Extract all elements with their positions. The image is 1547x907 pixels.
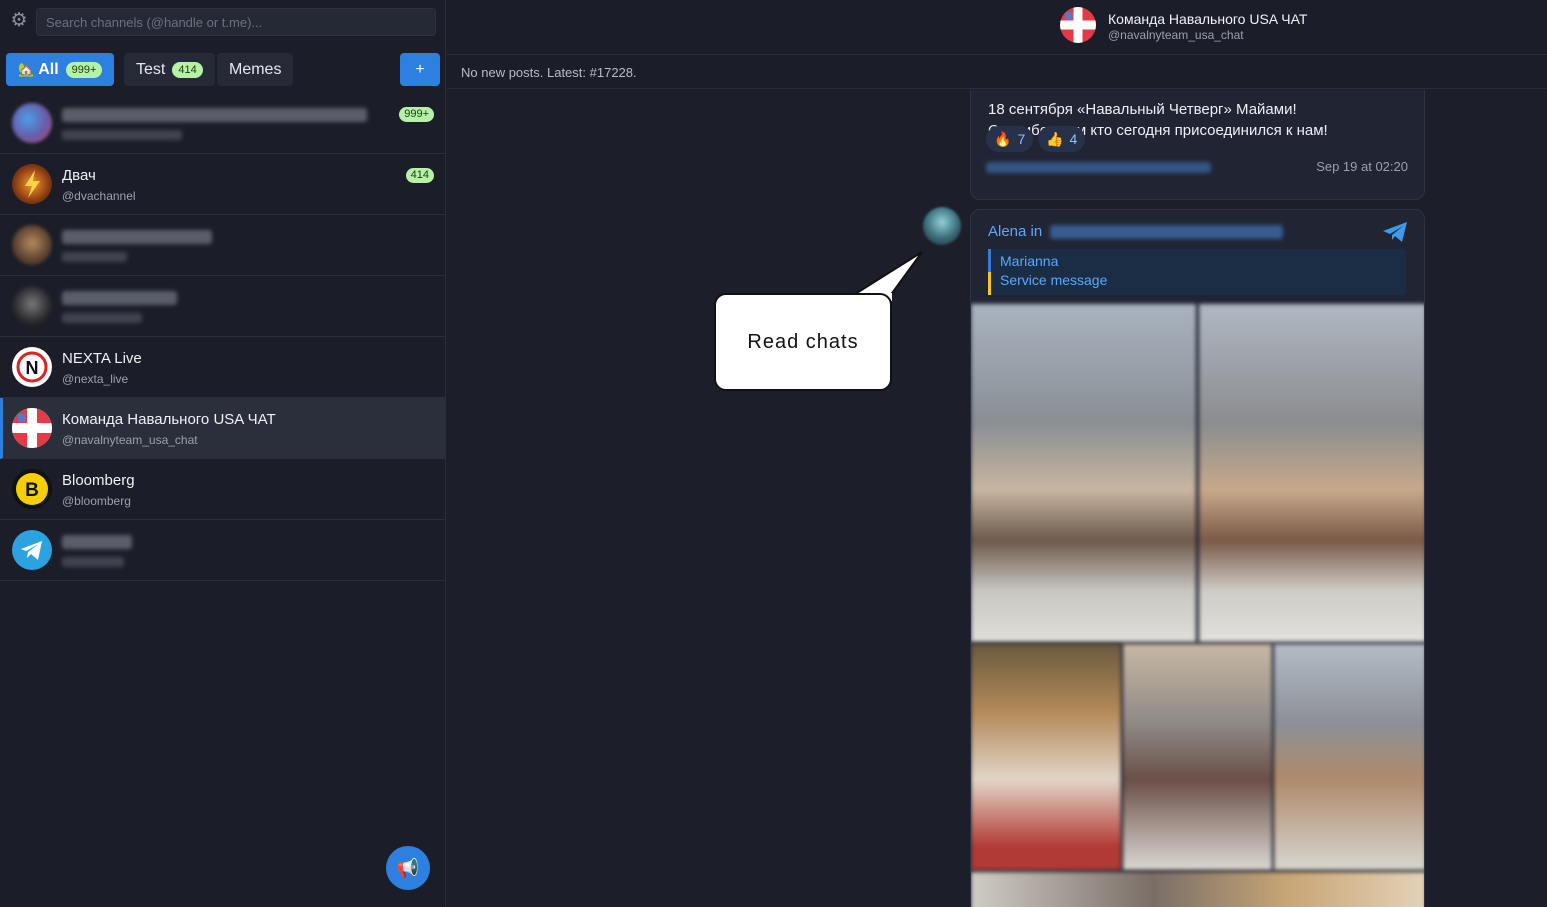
chat-handle-redacted [62,252,127,262]
tab-test[interactable]: Test 414 [124,53,215,86]
chat-name: NEXTA Live [62,350,142,367]
reaction-fire[interactable]: 🔥 7 [986,126,1034,152]
avatar [12,164,52,204]
svg-text:B: B [25,480,39,501]
chat-name: Команда Навального USA ЧАТ [62,411,276,428]
tab-count: 414 [172,61,203,78]
chat-name-redacted [62,230,212,244]
search-input[interactable] [36,8,436,36]
chat-handle: @bloomberg [62,494,131,508]
fire-icon: 🔥 [994,130,1012,147]
chat-item[interactable] [0,520,446,581]
avatar [12,225,52,265]
chat-item[interactable] [0,215,446,276]
tab-label: All [38,60,59,78]
megaphone-icon: 📢 [396,858,420,878]
chat-handle: @nexta_live [62,372,129,386]
album-photo[interactable] [1274,644,1424,870]
status-bar: No new posts. Latest: #17228. [447,56,1547,89]
chat-handle-redacted [62,313,142,323]
chat-handle-redacted [62,130,182,140]
chat-item[interactable]: B Bloomberg @bloomberg [0,459,446,520]
chat-link-redacted[interactable] [1050,225,1283,239]
channel-title: Команда Навального USA ЧАТ [1108,11,1308,27]
navalny-team-logo-icon [1060,7,1096,43]
album-photo[interactable] [971,304,1196,642]
reaction-thumbs-up[interactable]: 👍 4 [1038,126,1086,152]
tab-label: Test [136,60,166,78]
avatar [12,286,52,326]
album-photo[interactable] [1199,304,1424,642]
navalny-team-logo-icon [12,408,52,448]
post-line: 18 сентября «Навальный Четверг» Майами! [988,101,1297,118]
avatar [12,103,52,143]
chat-handle-redacted [62,557,124,567]
telegram-icon [21,541,42,560]
callout-text: Read chats [747,330,859,353]
author-avatar[interactable] [923,207,961,245]
message-feed[interactable]: 18 сентября «Навальный Четверг» Майами! … [447,90,1547,907]
channel-handle: @navalnyteam_usa_chat [1108,28,1244,42]
add-folder-button[interactable]: + [400,53,440,86]
status-text: No new posts. Latest: #17228. [461,65,637,80]
chat-handle: @navalnyteam_usa_chat [62,433,198,447]
channel-sidebar: ⚙ 🏡 All 999+ Test 414 Memes + 999+ [0,0,446,907]
post-link-redacted[interactable] [986,162,1211,173]
chat-name: Двач [62,167,96,184]
chat-list: 999+ Двач @dvachannel 414 N NEXTA Live @… [0,93,446,581]
svg-text:N: N [26,358,39,378]
chat-item[interactable] [0,276,446,337]
post-date: Sep 19 at 02:20 [1316,159,1408,174]
chat-item[interactable]: 999+ [0,93,446,154]
chat-header: Команда Навального USA ЧАТ @navalnyteam_… [447,0,1547,55]
telegram-icon[interactable] [1382,221,1408,243]
chat-item[interactable]: N NEXTA Live @nexta_live [0,337,446,398]
gear-icon[interactable]: ⚙ [9,11,29,31]
avatar [12,530,52,570]
unread-badge: 414 [405,168,434,183]
avatar: B [12,469,52,509]
house-icon: 🏡 [18,61,35,77]
search-row: ⚙ [0,0,446,44]
reply-text: Service message [1000,272,1108,288]
chat-name-redacted [62,108,367,122]
chat-item[interactable]: Двач @dvachannel 414 [0,154,446,215]
channel-avatar[interactable] [1060,7,1096,43]
album-photo[interactable] [971,872,1424,907]
unread-badge: 999+ [399,107,434,122]
folder-tabs: 🏡 All 999+ Test 414 Memes + [0,53,446,87]
tab-memes[interactable]: Memes [217,53,294,86]
annotation-callout: Read chats [714,293,892,391]
album-photo[interactable] [1123,644,1272,870]
chat-name-redacted [62,291,177,305]
nexta-logo-icon: N [16,351,48,383]
reaction-count: 7 [1017,131,1026,147]
chat-item-selected[interactable]: Команда Навального USA ЧАТ @navalnyteam_… [0,398,446,459]
bloomberg-logo-icon: B [16,473,48,505]
chat-name-redacted [62,535,132,549]
chat-name: Bloomberg [62,472,135,489]
reply-quote[interactable]: Marianna Service message [988,249,1406,295]
post-author[interactable]: Alena in [988,223,1042,240]
avatar [12,408,52,448]
thumbs-up-icon: 👍 [1046,130,1064,147]
post-card: 18 сентября «Навальный Четверг» Майами! … [970,90,1425,200]
tab-count: 999+ [65,61,103,78]
reaction-count: 4 [1069,131,1078,147]
megaphone-button[interactable]: 📢 [386,846,430,890]
post-card: Alena in Marianna Service message [970,209,1425,907]
reply-author: Marianna [1000,253,1059,269]
lightning-icon [25,170,40,198]
tab-label: Memes [229,60,282,78]
album-photo[interactable] [971,644,1121,870]
avatar: N [12,347,52,387]
chat-handle: @dvachannel [62,189,136,203]
tab-all[interactable]: 🏡 All 999+ [6,53,115,86]
